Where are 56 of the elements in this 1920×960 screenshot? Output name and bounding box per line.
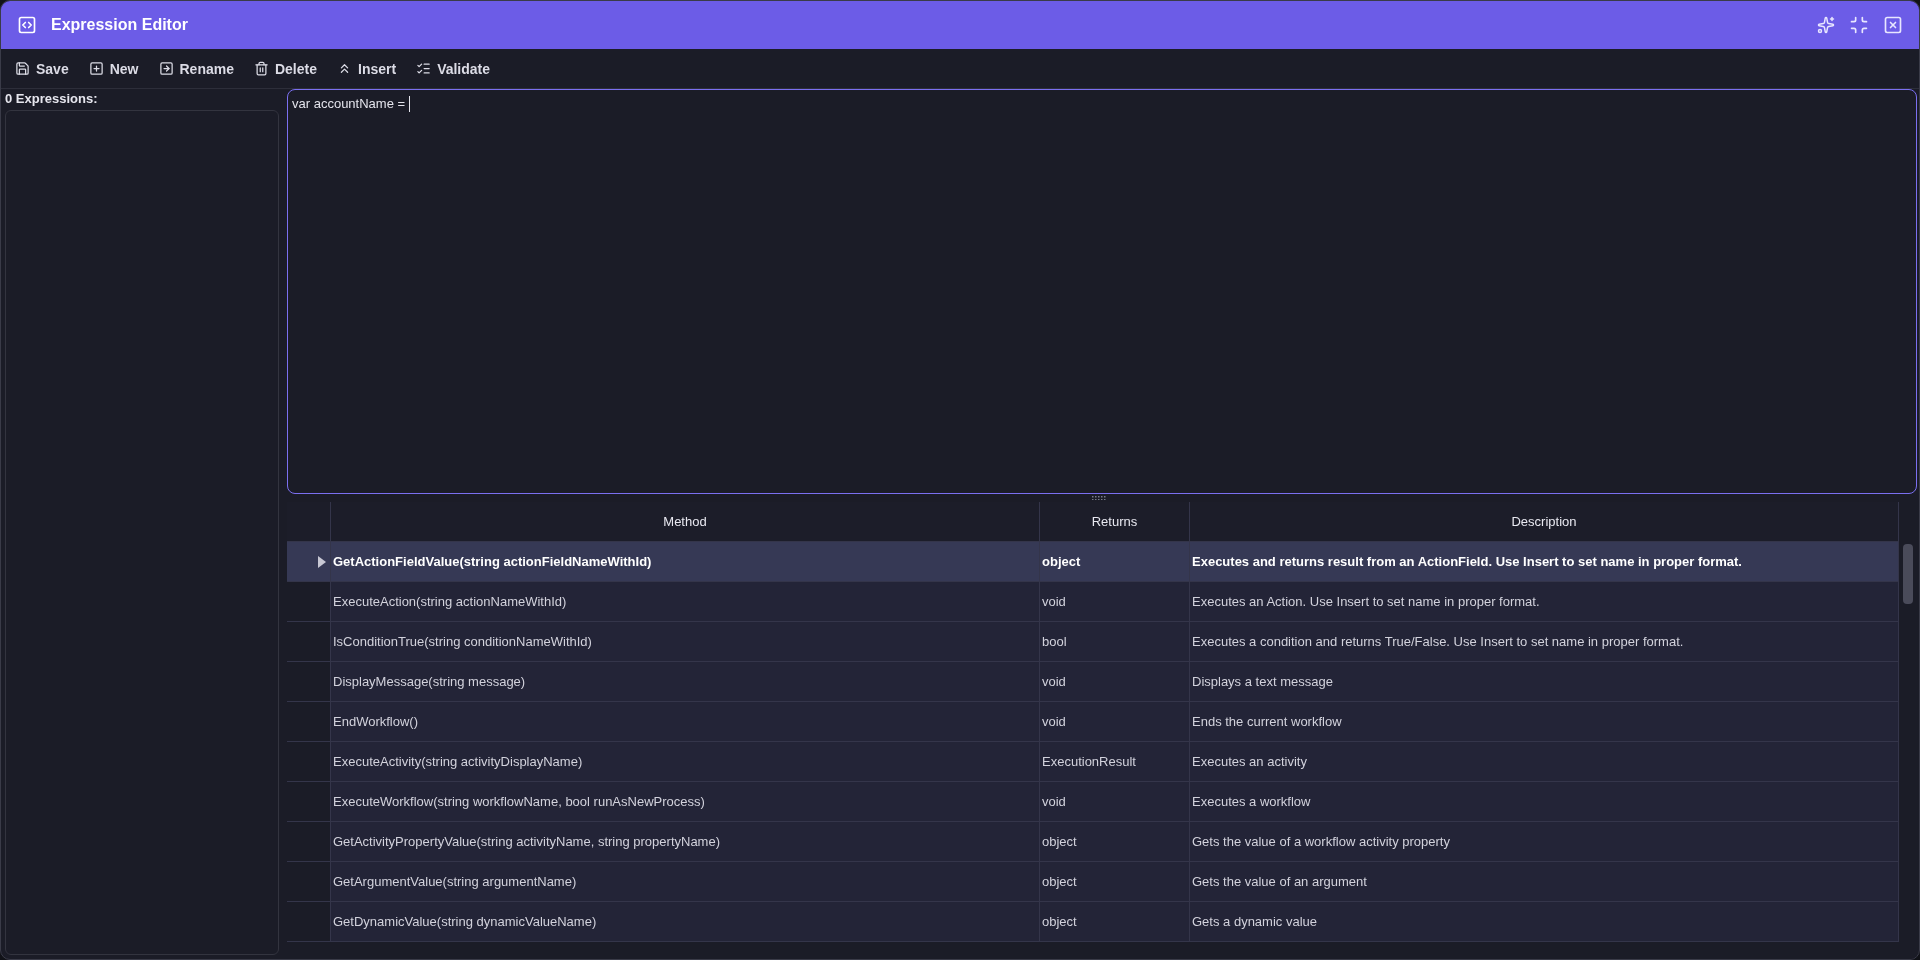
table-cell: Executes an activity [1190,742,1899,782]
save-icon [15,61,30,76]
table-cell: object [1040,902,1190,942]
expressions-list[interactable] [5,110,279,955]
validate-button[interactable]: Validate [414,58,493,79]
sparkle-button[interactable] [1817,16,1835,34]
table-cell: object [1040,822,1190,862]
table-cell: bool [1040,622,1190,662]
rename-button[interactable]: Rename [156,58,236,79]
trash-icon [253,61,269,76]
table-cell: object [1040,862,1190,902]
new-button[interactable]: New [86,58,141,79]
minimize-button[interactable] [1849,15,1869,35]
code-editor[interactable]: var accountName = [287,89,1917,494]
column-header[interactable]: Returns [1040,502,1190,542]
save-button[interactable]: Save [13,58,71,79]
table-cell: IsConditionTrue(string conditionNameWithId) [331,622,1040,662]
table-cell: Gets a dynamic value [1190,902,1899,942]
column-header[interactable]: Method [331,502,1040,542]
table-cell: Gets the value of a workflow activity property [1190,822,1899,862]
window-title: Expression Editor [51,16,189,34]
insert-button[interactable]: Insert [335,58,399,79]
table-cell: Executes a condition and returns True/False. Use Insert to set name in proper format. [1190,622,1899,662]
table-cell: GetActivityPropertyValue(string activityName, string propertyName) [331,822,1040,862]
table-cell: Executes and returns result from an ActionField. Use Insert to set name in proper format. [1190,542,1899,582]
table-cell: void [1040,702,1190,742]
close-button[interactable] [1883,15,1903,35]
table-cell: GetArgumentValue(string argumentName) [331,862,1040,902]
table-cell: Executes an Action. Use Insert to set name in proper format. [1190,582,1899,622]
plus-icon [88,61,104,76]
table-cell: ExecuteAction(string actionNameWithId) [331,582,1040,622]
table-cell: Ends the current workflow [1190,702,1899,742]
table-cell: GetDynamicValue(string dynamicValueName) [331,902,1040,942]
list-check-icon [416,61,432,76]
scrollbar-thumb[interactable] [1903,544,1913,604]
table-cell: object [1040,542,1190,582]
row-header[interactable] [287,542,331,582]
table-cell: ExecutionResult [1040,742,1190,782]
table-cell: ExecuteActivity(string activityDisplayName) [331,742,1040,782]
table-cell: Displays a text message [1190,662,1899,702]
code-icon [17,15,37,35]
current-row-icon [318,555,326,568]
table-cell: GetActionFieldValue(string actionFieldNameWithId) [331,542,1040,582]
table-cell: DisplayMessage(string message) [331,662,1040,702]
table-cell: EndWorkflow() [331,702,1040,742]
table-cell: ExecuteWorkflow(string workflowName, bool runAsNewProcess) [331,782,1040,822]
table-cell: void [1040,782,1190,822]
expressions-label: 0 Expressions: [5,91,99,106]
table-cell: Gets the value of an argument [1190,862,1899,902]
rename-icon [158,61,174,76]
table-cell: void [1040,662,1190,702]
table-cell: Executes a workflow [1190,782,1899,822]
table-cell: void [1040,582,1190,622]
delete-button[interactable]: Delete [251,58,319,79]
column-header[interactable]: Description [1190,502,1899,542]
splitter-grip-icon[interactable] [1092,496,1108,500]
